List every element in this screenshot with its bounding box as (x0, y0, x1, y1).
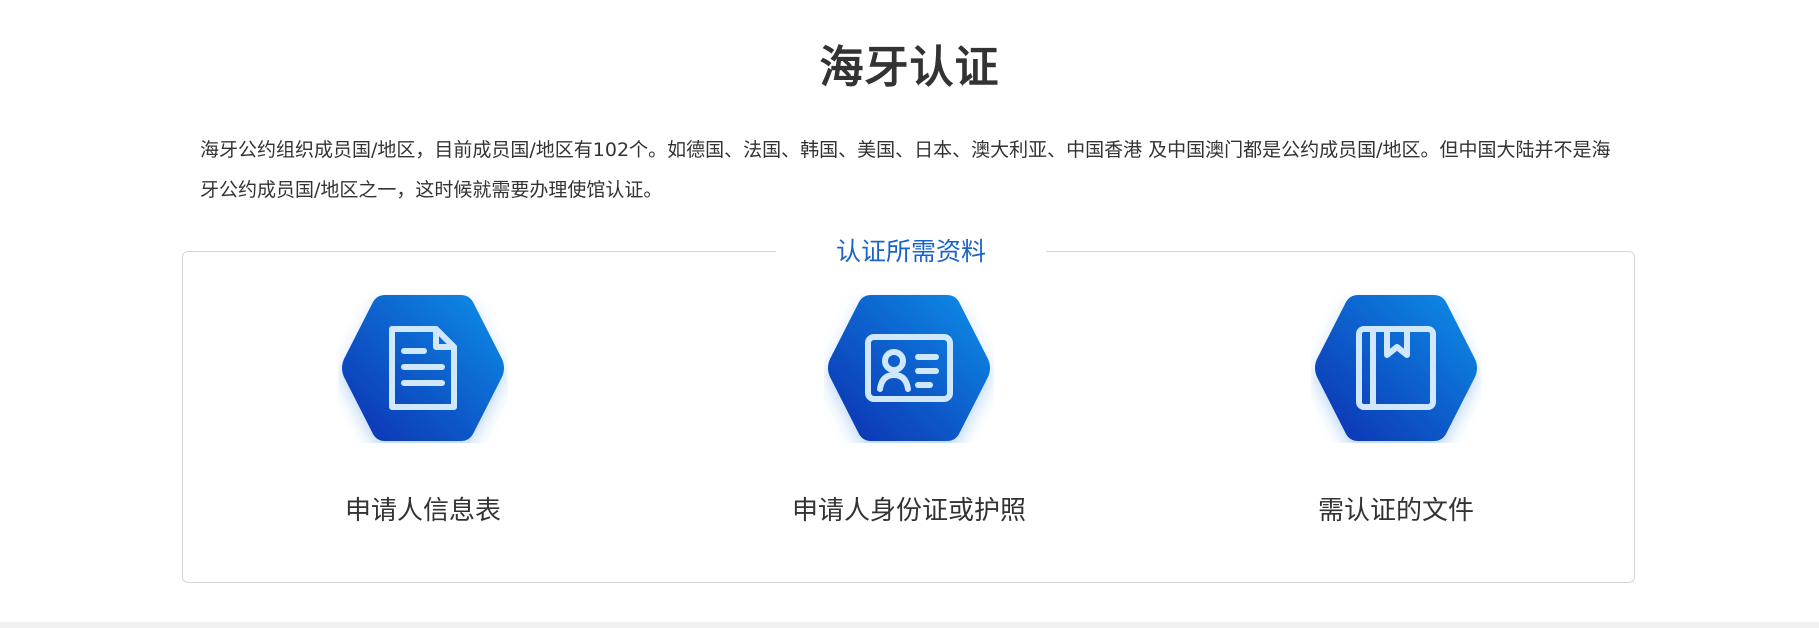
id-card-icon (824, 293, 994, 443)
bookmark-book-icon (1311, 293, 1481, 443)
section-divider (0, 622, 1819, 628)
material-label: 申请人信息表 (344, 496, 501, 526)
document-icon (338, 293, 508, 443)
materials-title: 认证所需资料 (776, 232, 1046, 272)
page: 海牙认证 海牙公约组织成员国/地区，目前成员国/地区有102个。如德国、法国、韩… (0, 0, 1819, 628)
page-title: 海牙认证 (819, 42, 1000, 93)
intro-text: 海牙公约组织成员国/地区，目前成员国/地区有102个。如德国、法国、韩国、美国、… (200, 139, 1611, 201)
material-label: 需认证的文件 (1317, 496, 1474, 526)
material-label: 申请人身份证或护照 (791, 496, 1026, 526)
material-item-id-card: 申请人身份证或护照 (699, 293, 1119, 529)
material-item-info-form: 申请人信息表 (213, 293, 633, 529)
material-item-documents: 需认证的文件 (1186, 293, 1606, 529)
